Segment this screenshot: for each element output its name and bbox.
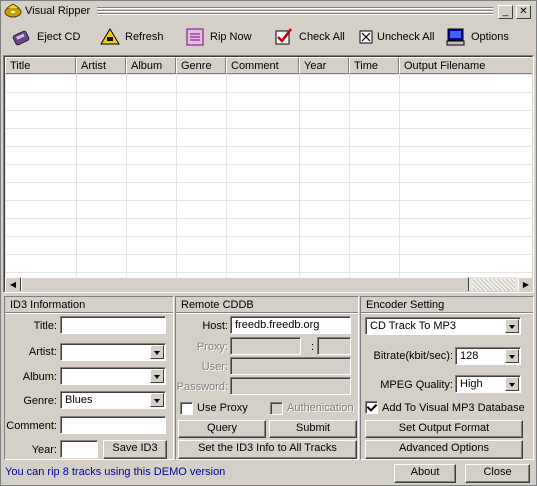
title-bar[interactable]: Visual Ripper _ ✕: [1, 1, 534, 21]
host-label: Host:: [202, 320, 228, 332]
set-output-format-button[interactable]: Set Output Format: [365, 420, 523, 438]
options-label: Options: [471, 31, 509, 43]
column-title[interactable]: Title: [5, 57, 76, 74]
column-year[interactable]: Year: [299, 57, 349, 74]
grid-body[interactable]: [5, 74, 532, 277]
options-button[interactable]: Options: [445, 24, 509, 50]
window-title: Visual Ripper: [25, 5, 91, 17]
comment-label: Comment:: [6, 420, 57, 432]
rip-now-button[interactable]: Rip Now: [184, 24, 252, 50]
eject-cd-label: Eject CD: [37, 31, 81, 43]
add-to-database-label[interactable]: Add To Visual MP3 Database: [382, 402, 525, 414]
column-output-filename[interactable]: Output Filename: [399, 57, 532, 74]
add-to-database-checkbox[interactable]: [365, 401, 378, 414]
eject-cd-button[interactable]: Eject CD: [11, 24, 80, 50]
grid-header: Title Artist Album Genre Comment Year Ti…: [5, 57, 532, 74]
cddb-panel-header: Remote CDDB: [176, 297, 358, 313]
column-time[interactable]: Time: [349, 57, 399, 74]
album-combo[interactable]: [60, 367, 166, 385]
horizontal-scrollbar[interactable]: ◀ ▶: [5, 277, 532, 291]
check-all-icon: [273, 26, 295, 48]
port-separator: :: [310, 341, 314, 353]
title-grip: [97, 7, 493, 16]
save-id3-button[interactable]: Save ID3: [103, 440, 167, 459]
mpeg-quality-value: High: [460, 378, 483, 390]
proxy-label: Proxy:: [196, 341, 228, 353]
column-comment[interactable]: Comment: [226, 57, 299, 74]
album-dropdown-icon[interactable]: [150, 369, 164, 383]
genre-label: Genre:: [23, 395, 57, 407]
artist-combo[interactable]: [60, 343, 166, 361]
encoder-mode-combo[interactable]: CD Track To MP3: [365, 317, 521, 335]
column-genre[interactable]: Genre: [176, 57, 226, 74]
bitrate-label: Bitrate(kbit/sec):: [373, 350, 453, 362]
artist-label: Artist:: [28, 346, 57, 358]
check-all-button[interactable]: Check All: [273, 24, 345, 50]
about-button[interactable]: About: [394, 464, 456, 483]
title-input[interactable]: [60, 316, 166, 334]
set-id3-all-tracks-button[interactable]: Set the ID3 Info to All Tracks: [178, 440, 357, 459]
proxy-input[interactable]: [230, 337, 301, 355]
minimize-button[interactable]: _: [498, 5, 513, 19]
demo-status-text: You can rip 8 tracks using this DEMO ver…: [5, 466, 226, 478]
submit-button[interactable]: Submit: [269, 420, 357, 438]
authentication-checkbox[interactable]: [270, 402, 283, 415]
mpeg-quality-label: MPEG Quality:: [380, 379, 453, 391]
cd-app-icon: [4, 3, 22, 19]
check-all-label: Check All: [299, 31, 345, 43]
id3-panel-header: ID3 Information: [5, 297, 173, 313]
mpeg-quality-combo[interactable]: High: [455, 375, 521, 393]
use-proxy-checkbox[interactable]: [180, 402, 193, 415]
year-label: Year:: [31, 444, 57, 456]
column-artist[interactable]: Artist: [76, 57, 126, 74]
comment-input[interactable]: [60, 416, 166, 434]
encoder-panel-header: Encoder Setting: [361, 297, 533, 313]
album-label: Album:: [22, 371, 57, 383]
advanced-options-button[interactable]: Advanced Options: [365, 440, 523, 459]
user-input[interactable]: [230, 357, 351, 375]
bitrate-combo[interactable]: 128: [455, 347, 521, 365]
track-grid[interactable]: Title Artist Album Genre Comment Year Ti…: [3, 55, 534, 293]
refresh-label: Refresh: [125, 31, 164, 43]
close-button[interactable]: Close: [465, 464, 530, 483]
bitrate-value: 128: [460, 350, 479, 362]
year-input[interactable]: [60, 440, 98, 458]
mpeg-quality-dropdown-icon[interactable]: [505, 377, 519, 391]
encoder-mode-value: CD Track To MP3: [370, 320, 456, 332]
rip-icon: [184, 26, 206, 48]
scroll-thumb[interactable]: [21, 277, 469, 291]
close-window-button[interactable]: ✕: [516, 5, 531, 19]
rip-now-label: Rip Now: [210, 31, 252, 43]
encoder-mode-dropdown-icon[interactable]: [505, 319, 519, 333]
user-label: User:: [201, 361, 228, 373]
column-album[interactable]: Album: [126, 57, 176, 74]
bitrate-dropdown-icon[interactable]: [505, 349, 519, 363]
password-label: Password:: [176, 381, 228, 393]
artist-dropdown-icon[interactable]: [150, 345, 164, 359]
eject-icon: [11, 26, 33, 48]
uncheck-all-button[interactable]: Uncheck All: [359, 24, 434, 50]
title-label: Title:: [33, 320, 57, 332]
password-input[interactable]: [230, 377, 351, 395]
toolbar: Eject CD Refresh Rip Now Check All Unche…: [1, 22, 534, 52]
scroll-left-icon[interactable]: ◀: [5, 277, 21, 291]
computer-icon: [445, 26, 467, 48]
port-input[interactable]: [317, 337, 351, 355]
uncheck-all-label: Uncheck All: [377, 31, 435, 43]
host-input[interactable]: freedb.freedb.org: [230, 316, 351, 334]
authentication-label[interactable]: Authenication: [287, 402, 354, 414]
genre-combo[interactable]: Blues: [60, 391, 166, 409]
use-proxy-label[interactable]: Use Proxy: [197, 402, 248, 414]
refresh-button[interactable]: Refresh: [99, 24, 164, 50]
genre-value: Blues: [65, 394, 93, 406]
scroll-right-icon[interactable]: ▶: [518, 277, 532, 291]
refresh-icon: [99, 26, 121, 48]
query-button[interactable]: Query: [178, 420, 266, 438]
uncheck-all-icon: [359, 26, 373, 48]
genre-dropdown-icon[interactable]: [150, 393, 164, 407]
